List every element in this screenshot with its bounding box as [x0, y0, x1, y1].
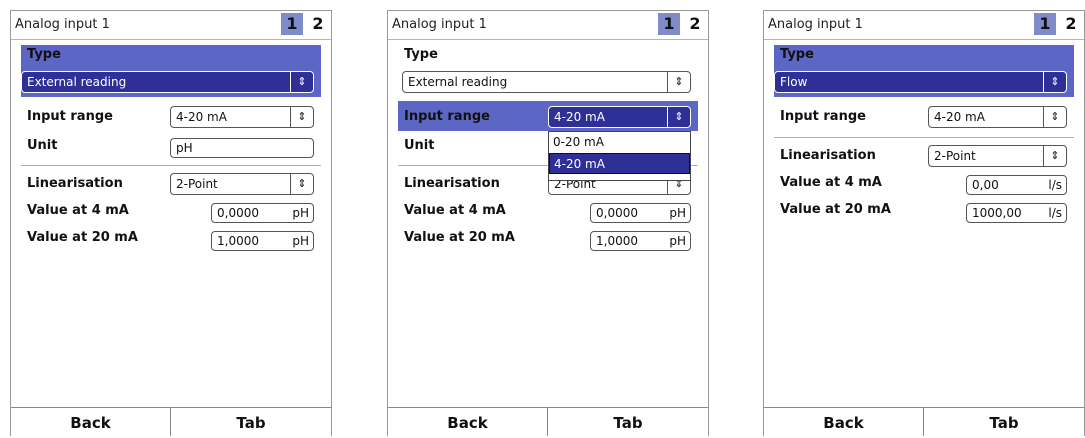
- value-4ma-label: Value at 4 mA: [780, 175, 882, 190]
- input-range-select[interactable]: 4-20 mA ⇕: [548, 106, 691, 128]
- input-range-label: Input range: [404, 109, 490, 124]
- linearisation-select[interactable]: 2-Point ⇕: [170, 173, 314, 195]
- up-down-arrows-icon: ⇕: [290, 107, 313, 127]
- linearisation-value: 2-Point: [934, 149, 976, 163]
- value-4ma-label: Value at 4 mA: [27, 203, 129, 218]
- input-range-value: 4-20 mA: [554, 110, 605, 124]
- value-20ma-label: Value at 20 mA: [780, 202, 891, 217]
- up-down-arrows-icon: ⇕: [667, 107, 690, 127]
- value-20ma-field[interactable]: 1,0000 pH: [590, 231, 691, 251]
- type-select-value: Flow: [780, 75, 808, 89]
- value-4ma-label: Value at 4 mA: [404, 203, 506, 218]
- type-label: Type: [404, 47, 438, 62]
- up-down-arrows-icon: ⇕: [290, 174, 313, 194]
- header-divider: [11, 39, 331, 40]
- tab-1[interactable]: 1: [281, 13, 303, 35]
- screen-3: Analog input 1 1 2 Type Flow ⇕ Input ran…: [763, 10, 1085, 436]
- header: Analog input 1 1 2: [764, 11, 1084, 37]
- linearisation-value: 2-Point: [176, 177, 218, 191]
- back-button[interactable]: Back: [11, 408, 171, 436]
- value-20ma-label: Value at 20 mA: [404, 230, 515, 245]
- back-button[interactable]: Back: [764, 408, 924, 436]
- back-button[interactable]: Back: [388, 408, 548, 436]
- tab-1[interactable]: 1: [1034, 13, 1056, 35]
- divider: [774, 137, 1074, 138]
- type-select[interactable]: External reading ⇕: [402, 71, 691, 93]
- tab-button[interactable]: Tab: [171, 408, 331, 436]
- unit-value: pH: [176, 141, 193, 155]
- unit-label: Unit: [404, 138, 435, 153]
- input-range-label: Input range: [27, 109, 113, 124]
- up-down-arrows-icon: ⇕: [1043, 146, 1066, 166]
- value-4ma-unit: pH: [669, 206, 686, 220]
- linearisation-select[interactable]: 2-Point ⇕: [928, 145, 1067, 167]
- header: Analog input 1 1 2: [11, 11, 331, 37]
- input-range-select[interactable]: 4-20 mA ⇕: [170, 106, 314, 128]
- linearisation-label: Linearisation: [27, 176, 123, 191]
- value-20ma: 1,0000: [596, 234, 638, 248]
- up-down-arrows-icon: ⇕: [1043, 72, 1066, 92]
- header-divider: [388, 39, 708, 40]
- value-20ma: 1,0000: [217, 234, 259, 248]
- value-4ma-field[interactable]: 0,0000 pH: [211, 203, 314, 223]
- type-label: Type: [27, 47, 61, 62]
- linearisation-label: Linearisation: [404, 176, 500, 191]
- input-range-value: 4-20 mA: [176, 110, 227, 124]
- input-range-label: Input range: [780, 109, 866, 124]
- type-select-value: External reading: [408, 75, 508, 89]
- type-select[interactable]: External reading ⇕: [21, 71, 314, 93]
- linearisation-label: Linearisation: [780, 148, 876, 163]
- up-down-arrows-icon: ⇕: [667, 72, 690, 92]
- up-down-arrows-icon: ⇕: [1043, 107, 1066, 127]
- type-select-value: External reading: [27, 75, 127, 89]
- value-20ma-unit: l/s: [1048, 206, 1062, 220]
- tab-1[interactable]: 1: [658, 13, 680, 35]
- value-4ma: 0,0000: [596, 206, 638, 220]
- value-20ma-label: Value at 20 mA: [27, 230, 138, 245]
- value-4ma-field[interactable]: 0,00 l/s: [966, 175, 1067, 195]
- input-range-select[interactable]: 4-20 mA ⇕: [928, 106, 1067, 128]
- value-20ma-unit: pH: [292, 234, 309, 248]
- input-range-value: 4-20 mA: [934, 110, 985, 124]
- page-title: Analog input 1: [768, 17, 863, 32]
- dropdown-option-4-20[interactable]: 4-20 mA: [549, 153, 690, 174]
- page-title: Analog input 1: [392, 17, 487, 32]
- softkey-bar: Back Tab: [764, 407, 1084, 436]
- value-4ma-unit: l/s: [1048, 178, 1062, 192]
- value-4ma-unit: pH: [292, 206, 309, 220]
- type-select[interactable]: Flow ⇕: [774, 71, 1067, 93]
- value-4ma-field[interactable]: 0,0000 pH: [590, 203, 691, 223]
- up-down-arrows-icon: ⇕: [290, 72, 313, 92]
- value-20ma: 1000,00: [972, 206, 1022, 220]
- value-4ma: 0,00: [972, 178, 999, 192]
- value-20ma-field[interactable]: 1000,00 l/s: [966, 203, 1067, 223]
- softkey-bar: Back Tab: [11, 407, 331, 436]
- softkey-bar: Back Tab: [388, 407, 708, 436]
- tab-button[interactable]: Tab: [924, 408, 1084, 436]
- tab-2[interactable]: 2: [307, 13, 329, 35]
- screen-1: Analog input 1 1 2 Type External reading…: [10, 10, 332, 436]
- tab-2[interactable]: 2: [1060, 13, 1082, 35]
- page-title: Analog input 1: [15, 17, 110, 32]
- header-divider: [764, 39, 1084, 40]
- tab-2[interactable]: 2: [684, 13, 706, 35]
- dropdown-option-0-20[interactable]: 0-20 mA: [549, 132, 690, 153]
- value-20ma-field[interactable]: 1,0000 pH: [211, 231, 314, 251]
- header: Analog input 1 1 2: [388, 11, 708, 37]
- divider: [21, 165, 321, 166]
- input-range-dropdown: 0-20 mA 4-20 mA: [548, 131, 691, 181]
- screen-2: Analog input 1 1 2 Type External reading…: [387, 10, 709, 436]
- type-label: Type: [780, 47, 814, 62]
- tab-button[interactable]: Tab: [548, 408, 708, 436]
- value-20ma-unit: pH: [669, 234, 686, 248]
- unit-label: Unit: [27, 138, 58, 153]
- unit-field[interactable]: pH: [170, 138, 314, 158]
- value-4ma: 0,0000: [217, 206, 259, 220]
